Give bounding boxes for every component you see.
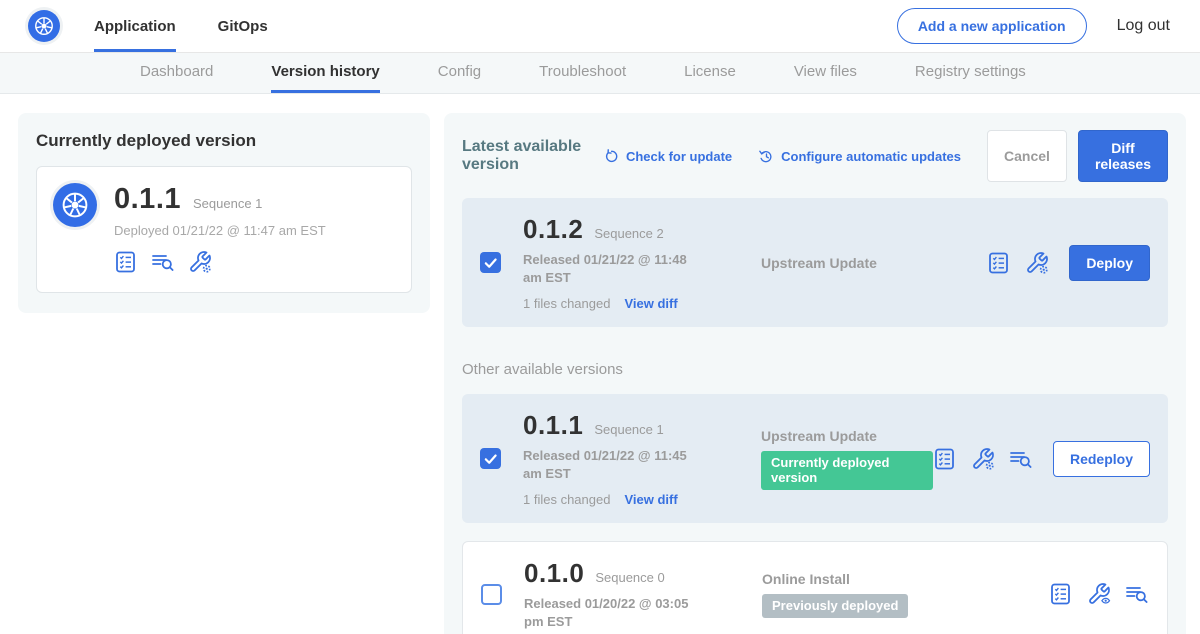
preflight-checklist-icon[interactable] (987, 251, 1011, 275)
version-number: 0.1.0 (524, 558, 584, 589)
configure-automatic-updates-label: Configure automatic updates (781, 149, 961, 164)
released-timestamp: Released 01/20/22 @ 03:05 pm EST (524, 595, 709, 630)
add-new-application-button[interactable]: Add a new application (897, 8, 1087, 44)
view-diff-link[interactable]: View diff (624, 492, 677, 507)
available-versions-panel: Latest available version Check for updat… (444, 113, 1186, 634)
tab-view-files[interactable]: View files (794, 53, 857, 93)
tab-registry-settings[interactable]: Registry settings (915, 53, 1026, 93)
deployed-version-card: 0.1.1 Sequence 1 Deployed 01/21/22 @ 11:… (36, 166, 412, 293)
version-checkbox[interactable] (480, 252, 501, 273)
view-logs-icon[interactable] (1125, 582, 1149, 606)
auto-update-clock-icon (758, 148, 775, 165)
version-source-label: Upstream Update (761, 255, 987, 271)
preflight-checklist-icon[interactable] (1049, 582, 1073, 606)
sequence-label: Sequence 2 (594, 226, 663, 241)
edit-config-icon[interactable] (971, 447, 995, 471)
currently-deployed-title: Currently deployed version (36, 131, 412, 151)
version-source-label: Online Install (762, 571, 1049, 587)
app-brand (28, 0, 60, 52)
refresh-icon (603, 148, 620, 165)
version-card-0-1-0: 0.1.0 Sequence 0 Released 01/20/22 @ 03:… (462, 541, 1168, 634)
currently-deployed-panel: Currently deployed version 0.1.1 Sequenc… (18, 113, 430, 313)
preflight-checklist-icon[interactable] (933, 447, 957, 471)
diff-releases-button[interactable]: Diff releases (1078, 130, 1168, 182)
kubernetes-logo-icon (53, 183, 97, 227)
main-content: Currently deployed version 0.1.1 Sequenc… (0, 94, 1200, 634)
topbar-actions: Add a new application Log out (897, 0, 1170, 52)
released-timestamp: Released 01/21/22 @ 11:48 am EST (523, 251, 708, 286)
tab-config[interactable]: Config (438, 53, 481, 93)
view-config-icon[interactable] (1087, 582, 1111, 606)
version-checkbox[interactable] (480, 448, 501, 469)
version-number: 0.1.1 (523, 410, 583, 441)
deployed-sequence-label: Sequence 1 (193, 196, 262, 211)
cancel-button[interactable]: Cancel (987, 130, 1067, 182)
version-number: 0.1.2 (523, 214, 583, 245)
version-source-label: Upstream Update (761, 428, 933, 444)
kubernetes-logo-icon (28, 10, 60, 42)
tab-dashboard[interactable]: Dashboard (140, 53, 213, 93)
available-versions-header: Latest available version Check for updat… (462, 130, 1168, 182)
currently-deployed-badge: Currently deployed version (761, 451, 933, 490)
files-changed-label: 1 files changed (523, 296, 610, 311)
check-for-update-link[interactable]: Check for update (603, 148, 732, 165)
files-changed-label: 1 files changed (523, 492, 610, 507)
deploy-button[interactable]: Deploy (1069, 245, 1150, 281)
edit-config-icon[interactable] (1025, 251, 1049, 275)
view-diff-link[interactable]: View diff (624, 296, 677, 311)
version-card-0-1-2: 0.1.2 Sequence 2 Released 01/21/22 @ 11:… (462, 198, 1168, 327)
tab-application[interactable]: Application (94, 0, 176, 52)
top-navigation-bar: Application GitOps Add a new application… (0, 0, 1200, 53)
view-logs-icon[interactable] (151, 250, 175, 274)
redeploy-button[interactable]: Redeploy (1053, 441, 1150, 477)
deployed-version-number: 0.1.1 (114, 183, 181, 216)
check-for-update-label: Check for update (626, 149, 732, 164)
sequence-label: Sequence 0 (595, 570, 664, 585)
released-timestamp: Released 01/21/22 @ 11:45 am EST (523, 447, 708, 482)
sequence-label: Sequence 1 (594, 422, 663, 437)
version-card-0-1-1: 0.1.1 Sequence 1 Released 01/21/22 @ 11:… (462, 394, 1168, 523)
tab-gitops[interactable]: GitOps (218, 0, 268, 52)
logout-link[interactable]: Log out (1117, 17, 1170, 35)
preflight-checklist-icon[interactable] (114, 250, 138, 274)
view-logs-icon[interactable] (1009, 447, 1033, 471)
edit-config-icon[interactable] (188, 250, 212, 274)
app-sub-navigation: Dashboard Version history Config Trouble… (0, 53, 1200, 94)
latest-available-title: Latest available version (462, 138, 589, 174)
tab-version-history[interactable]: Version history (271, 53, 379, 93)
version-checkbox[interactable] (481, 584, 502, 605)
tab-license[interactable]: License (684, 53, 736, 93)
previously-deployed-badge: Previously deployed (762, 594, 908, 618)
deployed-timestamp: Deployed 01/21/22 @ 11:47 am EST (114, 223, 326, 238)
configure-automatic-updates-link[interactable]: Configure automatic updates (758, 148, 961, 165)
other-available-versions-title: Other available versions (462, 361, 1168, 378)
tab-troubleshoot[interactable]: Troubleshoot (539, 53, 626, 93)
top-tabs: Application GitOps (94, 0, 268, 52)
